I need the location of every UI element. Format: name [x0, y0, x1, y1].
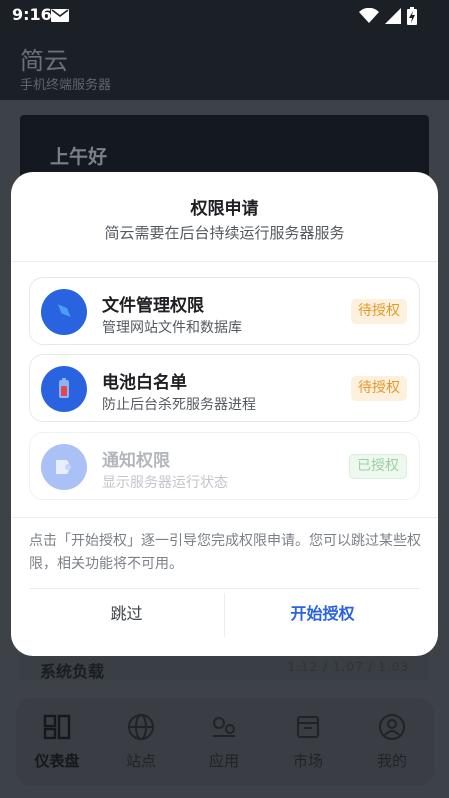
divider — [11, 517, 438, 518]
nav-item-market[interactable]: 市场 — [268, 712, 348, 776]
dialog-note: 点击「开始授权」逐一引导您完成权限申请。您可以跳过某些权限，相关功能将不可用。 — [29, 533, 421, 572]
status-badge: 已授权 — [349, 454, 407, 479]
status-bar: 9:16 — [0, 0, 449, 32]
globe-icon — [128, 714, 154, 740]
nav-label-sites: 站点 — [125, 752, 156, 770]
dialog-button-row: 跳过 开始授权 — [29, 588, 420, 638]
permission-card-file[interactable]: 文件管理权限 管理网站文件和数据库 待授权 — [29, 277, 420, 345]
battery-charging-icon — [407, 7, 417, 25]
nav-item-apps[interactable]: 应用 — [184, 712, 264, 776]
system-load-title: 系统负载 — [40, 662, 105, 681]
permission-card-notification[interactable]: 通知权限 显示服务器运行状态 已授权 — [29, 432, 420, 500]
permission-name: 通知权限 — [102, 451, 170, 471]
skip-button[interactable]: 跳过 — [29, 589, 224, 639]
permission-desc: 管理网站文件和数据库 — [102, 320, 242, 336]
dashboard-icon — [43, 714, 71, 740]
permission-desc: 显示服务器运行状态 — [102, 475, 228, 491]
app-header: 简云 手机终端服务器 — [0, 32, 449, 100]
nav-item-profile[interactable]: 我的 — [352, 712, 432, 776]
permission-name: 文件管理权限 — [102, 296, 204, 316]
permission-dialog: 权限申请 简云需要在后台持续运行服务器服务 文件管理权限 管理网站文件和数据库 … — [11, 172, 438, 656]
bottom-nav: 仪表盘 站点 应用 市场 我的 — [16, 698, 434, 786]
profile-icon — [379, 714, 405, 740]
apps-icon — [213, 717, 235, 737]
notification-icon — [41, 444, 87, 490]
dialog-title: 权限申请 — [190, 199, 259, 219]
mail-icon — [51, 9, 69, 22]
app-subtitle: 手机终端服务器 — [20, 78, 112, 93]
wifi-icon — [359, 8, 379, 23]
nav-label-market: 市场 — [292, 752, 323, 770]
nav-item-dashboard[interactable]: 仪表盘 — [17, 712, 97, 776]
dialog-description: 简云需要在后台持续运行服务器服务 — [104, 224, 345, 242]
greeting-text: 上午好 — [50, 146, 108, 168]
signal-icon — [385, 8, 401, 24]
divider — [11, 261, 438, 262]
permission-name: 电池白名单 — [102, 373, 187, 393]
permission-card-battery[interactable]: 电池白名单 防止后台杀死服务器进程 待授权 — [29, 354, 420, 422]
app-title: 简云 — [20, 47, 68, 75]
permission-desc: 防止后台杀死服务器进程 — [102, 397, 256, 413]
status-badge: 待授权 — [351, 299, 407, 324]
start-authorization-button[interactable]: 开始授权 — [225, 589, 420, 639]
nav-item-sites[interactable]: 站点 — [101, 712, 181, 776]
status-badge: 待授权 — [351, 376, 407, 401]
nav-label-dashboard: 仪表盘 — [34, 752, 80, 770]
nav-label-apps: 应用 — [208, 752, 239, 770]
folder-icon — [41, 289, 87, 335]
status-time: 9:16 — [12, 5, 52, 24]
market-icon — [297, 716, 319, 738]
battery-icon — [41, 366, 87, 412]
nav-label-profile: 我的 — [376, 752, 407, 770]
system-load-values: 1.12 / 1.07 / 1.03 — [287, 660, 409, 674]
